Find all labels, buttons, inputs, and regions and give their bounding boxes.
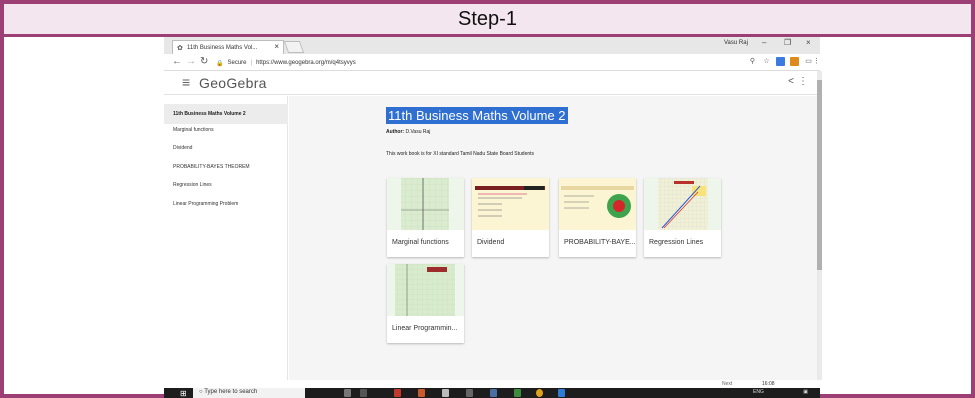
task-view-icon[interactable] <box>360 389 367 397</box>
taskbar-search[interactable]: ○ Type here to search <box>193 388 305 398</box>
notification-icon[interactable]: ▣ <box>803 389 808 395</box>
card-label: Marginal functions <box>392 239 449 246</box>
browser-tabstrip: ✿ 11th Business Maths Vol... × Vasu Raj … <box>164 37 820 54</box>
mic-icon[interactable] <box>344 389 351 397</box>
acrobat-icon[interactable] <box>394 389 401 397</box>
bookmark-star-icon[interactable]: ☆ <box>762 57 771 66</box>
secure-label: Secure <box>227 60 247 66</box>
card-probability-bayes[interactable]: PROBABILITY-BAYE... <box>559 178 636 257</box>
card-thumbnail <box>559 178 636 230</box>
sidebar-book-title[interactable]: 11th Business Maths Volume 2 <box>164 104 288 124</box>
calculator-icon[interactable] <box>466 389 473 397</box>
card-marginal-functions[interactable]: Marginal functions <box>387 178 464 257</box>
book-main: 11th Business Maths Volume 2 Author: D.V… <box>289 96 817 380</box>
zoom-icon[interactable]: ⚲ <box>748 57 757 66</box>
more-options-icon[interactable]: ⋮ <box>798 76 808 87</box>
card-thumbnail <box>387 178 464 230</box>
app-icon[interactable] <box>558 389 565 397</box>
book-title: 11th Business Maths Volume 2 <box>386 107 568 124</box>
powerpoint-icon[interactable] <box>418 389 425 397</box>
close-window-icon[interactable]: × <box>806 38 811 47</box>
language-indicator[interactable]: ENG <box>753 389 764 395</box>
windows-start-icon[interactable]: ⊞ <box>180 389 187 398</box>
sidebar-item-probability[interactable]: PROBABILITY-BAYES THEOREM <box>173 164 250 170</box>
reload-icon[interactable]: ↻ <box>200 56 208 67</box>
card-label: Dividend <box>477 239 505 246</box>
address-bar: ← → ↻ 🔒 Secure | https://www.geogebra.or… <box>164 54 820 71</box>
pen-icon[interactable] <box>442 389 449 397</box>
search-placeholder: Type here to search <box>204 389 258 395</box>
sidebar-item-regression[interactable]: Regression Lines <box>173 182 212 188</box>
lock-icon: 🔒 <box>216 60 224 67</box>
menu-dots-icon[interactable]: ⋮ <box>812 57 821 66</box>
extension-icon[interactable] <box>776 57 785 66</box>
app-header: ≡ GeoGebra < ⋮ <box>164 71 820 95</box>
extension-icon[interactable] <box>790 57 799 66</box>
author-label: Author: <box>386 129 405 135</box>
sidebar-item-linear-programming[interactable]: Linear Programming Problem <box>173 201 238 207</box>
clock[interactable]: 16:08 <box>762 381 775 387</box>
url-text: https://www.geogebra.org/m/q4tsyvys <box>256 60 356 66</box>
tab-title: 11th Business Maths Vol... <box>187 44 258 51</box>
minimize-icon[interactable]: – <box>762 38 766 47</box>
maximize-icon[interactable]: ❐ <box>784 38 791 47</box>
back-arrow-icon[interactable]: ← <box>172 56 182 67</box>
step-label: Step-1 <box>458 7 517 30</box>
chrome-icon[interactable] <box>536 389 543 397</box>
hamburger-menu-icon[interactable]: ≡ <box>182 74 190 90</box>
book-sidebar: 11th Business Maths Volume 2 Marginal fu… <box>164 96 288 380</box>
url-field[interactable]: 🔒 Secure | https://www.geogebra.org/m/q4… <box>216 57 736 69</box>
sidebar-item-marginal-functions[interactable]: Marginal functions <box>173 127 214 133</box>
sidebar-item-dividend[interactable]: Dividend <box>173 145 192 151</box>
url-divider: | <box>250 60 253 66</box>
explorer-icon[interactable] <box>514 389 521 397</box>
scrollbar-thumb[interactable] <box>817 80 822 270</box>
next-link[interactable]: Next <box>722 381 732 387</box>
step-header: Step-1 <box>4 4 971 37</box>
close-tab-icon[interactable]: × <box>274 42 279 51</box>
card-regression-lines[interactable]: Regression Lines <box>644 178 721 257</box>
geogebra-logo[interactable]: GeoGebra <box>199 75 267 91</box>
forward-arrow-icon[interactable]: → <box>186 56 196 67</box>
card-dividend[interactable]: Dividend <box>472 178 549 257</box>
card-thumbnail <box>472 178 549 230</box>
card-label: Regression Lines <box>649 239 704 246</box>
profile-name[interactable]: Vasu Raj <box>724 40 748 46</box>
card-label: Linear Programmin... <box>392 325 458 332</box>
share-icon[interactable]: < <box>788 76 794 87</box>
card-linear-programming[interactable]: Linear Programmin... <box>387 264 464 343</box>
card-thumbnail <box>644 178 721 230</box>
book-author: Author: D.Vasu Raj <box>386 129 430 135</box>
windows-taskbar: ⊞ ○ Type here to search ENG 16:08 ▣ <box>164 381 820 398</box>
card-thumbnail <box>387 264 464 316</box>
geogebra-favicon-icon: ✿ <box>177 45 183 52</box>
author-name[interactable]: D.Vasu Raj <box>405 129 430 135</box>
card-label: PROBABILITY-BAYE... <box>564 239 636 246</box>
book-description: This work book is for XI standard Tamil … <box>386 151 535 157</box>
new-tab-button[interactable] <box>283 41 305 53</box>
browser-tab[interactable]: ✿ 11th Business Maths Vol... × <box>172 40 284 54</box>
photoshop-icon[interactable] <box>490 389 497 397</box>
